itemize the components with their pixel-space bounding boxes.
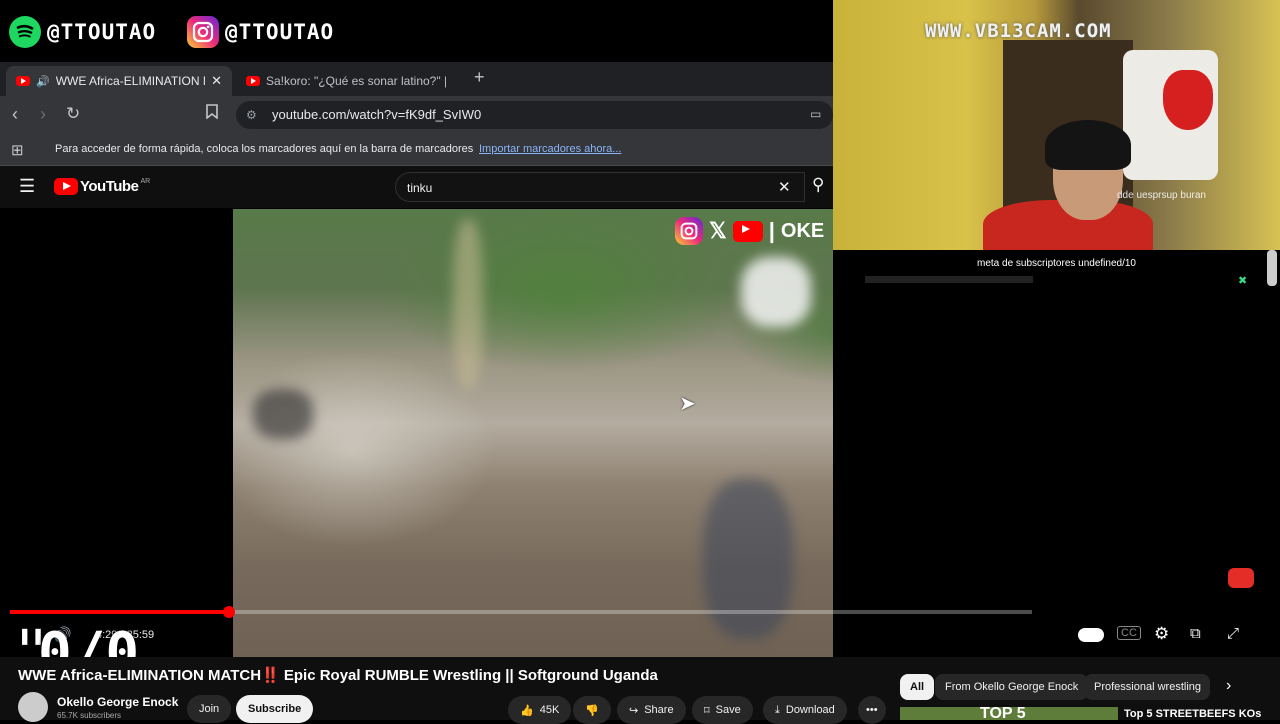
chip-label: Professional wrestling — [1094, 681, 1201, 693]
scrubber-handle[interactable] — [222, 606, 235, 618]
subscribe-button[interactable]: Subscribe — [236, 695, 314, 723]
youtube-favicon-icon — [16, 76, 30, 86]
club-crest — [1163, 70, 1213, 130]
thumbnail-text: TOP 5 — [980, 707, 1026, 720]
x-logo-icon: 𝕏 — [709, 218, 727, 243]
more-icon: ••• — [866, 704, 878, 716]
video-watermark: 𝕏 | OKE — [675, 217, 824, 245]
webcam-scroll-text: dde uesprsup buran — [1117, 190, 1206, 201]
youtube-region: AR — [140, 178, 151, 185]
webcam-watermark: WWW.VB13CAM.COM — [925, 20, 1112, 42]
right-panel: meta de subscriptores undefined/10 ✖ — [833, 250, 1280, 657]
like-count: 45K — [539, 704, 560, 716]
bookmark-icon[interactable] — [206, 104, 218, 123]
autoplay-toggle[interactable] — [1078, 628, 1104, 642]
chip-from-channel[interactable]: From Okello George Enock — [935, 674, 1089, 700]
tab-active[interactable]: 🔊 WWE Africa-ELIMINATION M ✕ — [6, 66, 232, 96]
spotify-handle: @TTOUTAO — [9, 16, 156, 48]
search-input[interactable]: tinku ✕ — [395, 172, 805, 202]
spotify-handle-text: @TTOUTAO — [47, 20, 157, 44]
chip-label: From Okello George Enock — [945, 681, 1079, 693]
captions-icon[interactable]: CC — [1117, 626, 1141, 640]
youtube-logo-icon — [54, 178, 78, 195]
bookmarks-hint-text: Para acceder de forma rápida, coloca los… — [55, 143, 474, 155]
apps-grid-icon[interactable]: ⊞ — [11, 141, 24, 159]
youtube-mini-icon — [1228, 568, 1254, 588]
instagram-icon — [675, 217, 703, 245]
chip-professional-wrestling[interactable]: Professional wrestling — [1084, 674, 1210, 700]
import-bookmarks-link[interactable]: Importar marcadores ahora... — [479, 143, 621, 155]
instagram-handle-text: @TTOUTAO — [225, 20, 335, 44]
instagram-handle: @TTOUTAO — [187, 16, 334, 48]
youtube-favicon-icon — [246, 76, 260, 86]
new-tab-button[interactable]: + — [474, 67, 485, 88]
address-bar[interactable]: ⚙ youtube.com/watch?v=fK9df_SvIW0 ▭ — [236, 101, 833, 129]
youtube-logo-icon — [732, 220, 763, 242]
close-tab-icon[interactable]: ✕ — [211, 73, 222, 89]
join-button[interactable]: Join — [187, 695, 232, 723]
thumbs-up-icon: 👍 — [520, 704, 534, 717]
browser-toolbar: ‹ › ↻ ⚙ youtube.com/watch?v=fK9df_SvIW0 … — [0, 96, 833, 134]
browser-tab-bar: 🔊 WWE Africa-ELIMINATION M ✕ Sa!koro: "¿… — [0, 62, 833, 96]
cursor-icon: ➤ — [679, 393, 696, 415]
search-value: tinku — [407, 181, 433, 195]
back-icon[interactable]: ‹ — [12, 104, 18, 125]
cast-icon[interactable]: ▭ — [810, 107, 821, 121]
watermark-separator: | — [768, 218, 775, 243]
headphones — [1045, 120, 1131, 170]
download-icon: ⤓ — [775, 703, 780, 716]
share-icon: ↪ — [629, 704, 639, 717]
bookmark-icon: ⌑ — [704, 704, 710, 717]
chip-all[interactable]: All — [900, 674, 935, 700]
menu-icon[interactable]: ☰ — [19, 176, 35, 197]
site-settings-icon[interactable]: ⚙ — [246, 108, 257, 122]
miniplayer-icon[interactable]: ⧉ — [1190, 625, 1201, 642]
reload-icon[interactable]: ↻ — [66, 104, 80, 124]
clear-search-icon[interactable]: ✕ — [778, 178, 791, 196]
subscriber-count: 65.7K subscribers — [57, 711, 122, 720]
chevron-right-icon[interactable]: › — [1226, 677, 1231, 695]
video-title: WWE Africa-ELIMINATION MATCH‼️ Epic Roya… — [18, 667, 658, 684]
tab-inactive[interactable]: Sa!koro: "¿Qué es sonar latino?" | Ent — [236, 66, 464, 96]
webcam-overlay: WWW.VB13CAM.COM dde uesprsup buran — [833, 0, 1280, 250]
youtube-logo[interactable]: YouTube AR — [54, 178, 150, 195]
subscribe-label: Subscribe — [248, 703, 302, 715]
forward-icon[interactable]: › — [40, 104, 46, 125]
sub-goal-bar — [865, 276, 1033, 283]
save-label: Save — [715, 704, 741, 716]
search-icon[interactable]: ⚲ — [812, 175, 824, 195]
close-icon: ✖ — [1238, 275, 1248, 287]
youtube-header: ☰ YouTube AR tinku ✕ ⚲ — [0, 166, 833, 208]
settings-gear-icon[interactable]: ⚙ — [1154, 624, 1169, 644]
bookmarks-bar: ⊞ Para acceder de forma rápida, coloca l… — [0, 134, 833, 166]
youtube-logo-text: YouTube — [80, 178, 139, 195]
tab-title: Sa!koro: "¿Qué es sonar latino?" | Ent — [266, 74, 446, 88]
recommended-thumbnail[interactable]: TOP 5 — [900, 707, 1118, 720]
thumbs-down-icon: 👎 — [585, 704, 599, 717]
speaker-icon: 🔊 — [36, 75, 50, 88]
channel-avatar[interactable] — [18, 692, 48, 722]
spotify-icon — [9, 16, 41, 48]
download-label: Download — [785, 704, 835, 716]
chip-label: All — [910, 681, 925, 693]
progress-bar[interactable] — [10, 606, 1032, 618]
join-label: Join — [199, 703, 220, 715]
tab-title: WWE Africa-ELIMINATION M — [55, 74, 206, 88]
progress-fill — [10, 610, 229, 614]
recommended-title[interactable]: Top 5 STREETBEEFS KOs — [1124, 708, 1261, 720]
sub-goal-text: meta de subscriptores undefined/10 — [977, 258, 1136, 269]
scrollbar[interactable] — [1267, 250, 1277, 286]
watermark-text: OKE — [780, 219, 825, 242]
channel-name[interactable]: Okello George Enock — [57, 695, 178, 709]
url-text: youtube.com/watch?v=fK9df_SvIW0 — [272, 107, 482, 122]
social-overlay-bar: @TTOUTAO @TTOUTAO — [0, 0, 833, 62]
fullscreen-icon[interactable]: ⤢ — [1227, 625, 1239, 642]
share-label: Share — [644, 704, 674, 716]
instagram-icon — [187, 16, 219, 48]
